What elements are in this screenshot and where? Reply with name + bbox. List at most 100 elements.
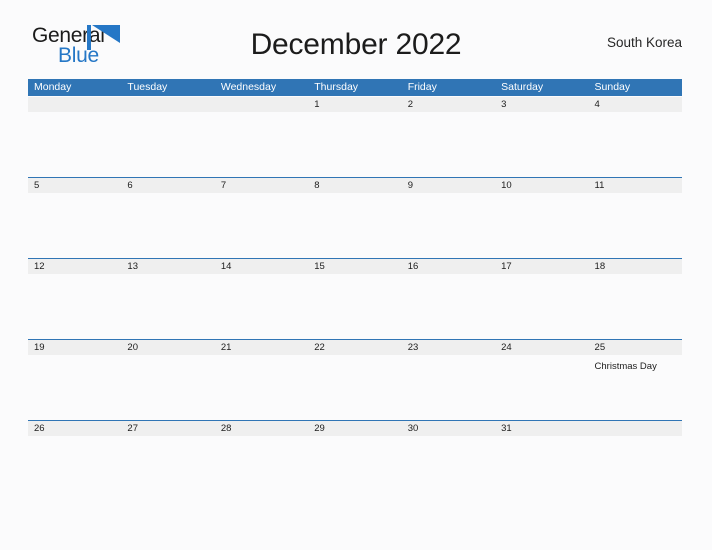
day-event-cell[interactable] [402,436,495,500]
calendar-week-row: 5 6 7 8 9 10 11 [28,177,682,258]
day-event-cell[interactable] [215,193,308,257]
day-cell[interactable]: 21 [215,340,308,355]
day-cell[interactable]: 22 [308,340,401,355]
calendar-page: General Blue December 2022 South Korea M… [0,0,712,550]
day-event-cell[interactable] [28,436,121,500]
day-number: 19 [34,342,45,353]
day-event-cell[interactable] [28,355,121,419]
day-number: 24 [501,342,512,353]
week-events-layer [28,112,682,176]
day-event-cell[interactable] [121,193,214,257]
day-cell[interactable]: 19 [28,340,121,355]
day-number: 18 [594,261,606,272]
weekday-header-wednesday: Wednesday [220,81,277,93]
day-cell[interactable] [215,97,308,112]
region-label: South Korea [606,35,682,50]
page-title: December 2022 [250,28,462,61]
day-cell[interactable]: 28 [215,421,308,436]
day-cell[interactable]: 23 [402,340,495,355]
day-event-cell[interactable] [215,112,308,176]
calendar-week-row: 26 27 28 29 30 31 [28,420,682,501]
day-event-cell[interactable] [215,355,308,419]
day-number: 15 [314,261,325,272]
day-cell[interactable]: 25 [589,340,682,355]
day-cell[interactable]: 8 [308,178,401,193]
day-event-cell[interactable] [308,274,401,338]
day-cell[interactable]: 31 [495,421,588,436]
weekday-header-friday: Friday [407,81,437,93]
day-event-cell-christmas[interactable]: Christmas Day [589,355,682,419]
day-event-cell[interactable] [121,436,214,500]
day-event-cell[interactable] [121,274,214,338]
day-cell[interactable]: 6 [121,178,214,193]
day-event-cell[interactable] [495,436,588,500]
day-event-cell[interactable] [589,193,682,257]
day-event-cell[interactable] [402,355,495,419]
week-date-band: 12 13 14 15 16 17 18 [28,259,682,274]
day-cell[interactable]: 18 [589,259,682,274]
day-cell[interactable]: 10 [495,178,588,193]
day-event-cell[interactable] [495,274,588,338]
day-event-cell[interactable] [28,193,121,257]
day-number: 22 [314,342,325,353]
day-cell[interactable]: 9 [402,178,495,193]
day-cell[interactable]: 5 [28,178,121,193]
day-cell[interactable]: 26 [28,421,121,436]
day-cell[interactable]: 14 [215,259,308,274]
day-event-cell[interactable] [495,355,588,419]
day-cell[interactable] [589,421,682,436]
day-event-cell[interactable] [121,355,214,419]
day-event-cell[interactable] [402,274,495,338]
calendar-week-row: 1 2 3 4 [28,96,682,177]
day-event-cell[interactable] [121,112,214,176]
day-cell[interactable] [121,97,214,112]
day-event-cell[interactable] [28,112,121,176]
day-number: 10 [501,180,512,191]
day-cell[interactable]: 4 [589,97,682,112]
day-number: 29 [314,423,325,434]
day-number: 21 [220,342,232,353]
day-cell[interactable]: 24 [495,340,588,355]
day-event-cell[interactable] [215,436,308,500]
week-events-layer: Christmas Day [28,355,682,419]
day-number: 20 [127,342,138,353]
day-event-cell[interactable] [215,274,308,338]
day-cell[interactable]: 16 [402,259,495,274]
day-event-cell[interactable] [589,436,682,500]
day-number: 4 [594,99,600,110]
day-event-cell[interactable] [402,112,495,176]
day-cell[interactable]: 12 [28,259,121,274]
day-event-cell[interactable] [308,112,401,176]
day-cell[interactable]: 17 [495,259,588,274]
day-cell[interactable]: 20 [121,340,214,355]
day-cell[interactable]: 1 [308,97,401,112]
day-event-cell[interactable] [495,112,588,176]
day-event-cell[interactable] [308,193,401,257]
day-event-text: Christmas Day [594,361,657,372]
week-date-band: 1 2 3 4 [28,97,682,112]
weekday-header-saturday: Saturday [501,81,544,93]
week-date-band: 19 20 21 22 23 24 25 [28,340,682,355]
day-number: 30 [407,423,419,434]
day-event-cell[interactable] [308,436,401,500]
day-cell[interactable]: 30 [402,421,495,436]
day-cell[interactable]: 11 [589,178,682,193]
day-cell[interactable]: 29 [308,421,401,436]
day-number: 11 [594,180,605,191]
day-event-cell[interactable] [495,193,588,257]
day-event-cell[interactable] [28,274,121,338]
day-event-cell[interactable] [589,274,682,338]
day-event-cell[interactable] [308,355,401,419]
day-number: 2 [407,99,413,110]
day-cell[interactable] [28,97,121,112]
day-event-cell[interactable] [589,112,682,176]
day-cell[interactable]: 3 [495,97,588,112]
calendar-grid: Monday Tuesday Wednesday Thursday Friday… [28,79,682,501]
day-cell[interactable]: 2 [402,97,495,112]
day-event-cell[interactable] [402,193,495,257]
day-cell[interactable]: 7 [215,178,308,193]
day-cell[interactable]: 13 [121,259,214,274]
day-cell[interactable]: 27 [121,421,214,436]
week-events-layer [28,436,682,500]
day-cell[interactable]: 15 [308,259,401,274]
